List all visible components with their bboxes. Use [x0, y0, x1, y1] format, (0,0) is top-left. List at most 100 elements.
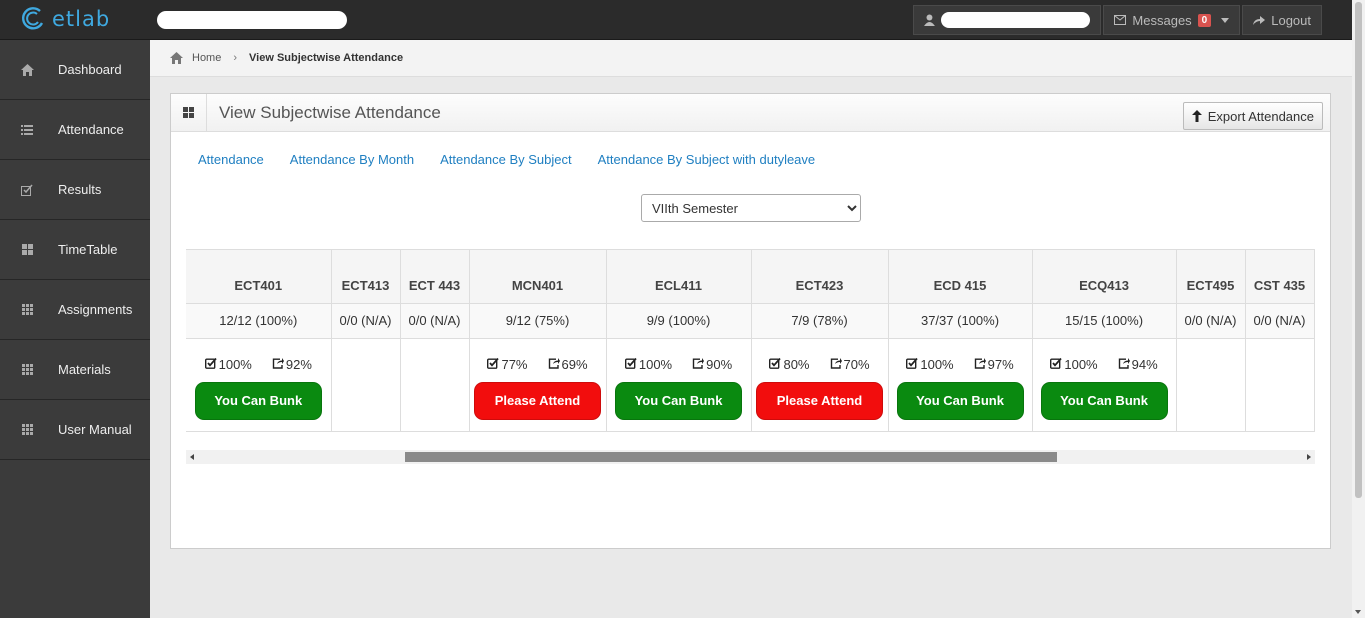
current-percentage-value: 100%: [638, 356, 673, 372]
share-out-icon: [692, 357, 706, 372]
attendance-ratio-cell: 37/37 (100%): [888, 302, 1033, 339]
messages-button[interactable]: Messages 0: [1103, 5, 1241, 35]
sidebar-item-label: TimeTable: [58, 242, 118, 257]
sidebar-item-user-manual[interactable]: User Manual: [0, 400, 150, 460]
scroll-down-icon[interactable]: [1355, 610, 1361, 614]
current-percentage-value: 77%: [501, 356, 528, 372]
you-can-bunk-button[interactable]: You Can Bunk: [194, 381, 322, 420]
sidebar-item-timetable[interactable]: TimeTable: [0, 220, 150, 280]
subject-code-header: ECT495: [1176, 250, 1246, 303]
logo-swirl-icon: [21, 7, 44, 30]
percentage-pair: 100% 92%: [186, 357, 331, 372]
sidebar-item-attendance[interactable]: Attendance: [0, 100, 150, 160]
logout-button[interactable]: Logout: [1242, 5, 1322, 35]
grid-icon: [20, 243, 34, 257]
breadcrumb-home-link[interactable]: Home: [192, 52, 221, 64]
subject-code-header: ECT423: [751, 250, 889, 303]
top-navbar: etlab Messages 0 Logout: [0, 0, 1352, 40]
attendance-status-cell: 100% 97% You Can Bunk: [888, 338, 1033, 431]
please-attend-button[interactable]: Please Attend: [756, 381, 883, 420]
subject-code-header: ECT401: [186, 250, 332, 303]
attendance-status-cell: [331, 338, 401, 431]
sidebar-item-label: Assignments: [58, 302, 133, 317]
scroll-right-icon[interactable]: [1307, 454, 1311, 460]
percentage-pair: 80% 70%: [752, 357, 888, 372]
share-out-icon: [974, 357, 988, 372]
scrollbar-thumb[interactable]: [405, 452, 1057, 462]
etlab-logo[interactable]: etlab: [20, 6, 110, 32]
subject-code-header: CST 435: [1245, 250, 1315, 303]
sidebar-item-materials[interactable]: Materials: [0, 340, 150, 400]
current-percentage: 100%: [624, 356, 673, 372]
projected-percentage: 92%: [272, 357, 312, 372]
scroll-left-icon[interactable]: [190, 454, 194, 460]
home-icon: [170, 52, 183, 64]
sidebar: Dashboard Attendance Results TimeTable A…: [0, 40, 150, 618]
attendance-view-tabs: Attendance Attendance By Month Attendanc…: [198, 152, 841, 167]
you-can-bunk-button[interactable]: You Can Bunk: [615, 381, 742, 420]
share-out-icon: [548, 357, 562, 372]
breadcrumb: Home › View Subjectwise Attendance: [150, 40, 1352, 77]
attendance-panel: View Subjectwise Attendance Export Atten…: [170, 93, 1331, 549]
attendance-ratio-cell: 0/0 (N/A): [400, 302, 470, 339]
please-attend-button[interactable]: Please Attend: [474, 381, 601, 420]
brand-name: etlab: [52, 7, 111, 31]
attendance-table-scroll: ECT401 ECT413 ECT 443 MCN401 ECL411 ECT423 ECD…: [186, 249, 1315, 432]
home-icon: [20, 63, 34, 77]
subject-code-header: MCN401: [469, 250, 607, 303]
you-can-bunk-button[interactable]: You Can Bunk: [1040, 381, 1168, 420]
attendance-status-cell: 100% 92% You Can Bunk: [186, 338, 332, 431]
current-percentage: 80%: [769, 356, 810, 372]
projected-percentage: 94%: [1118, 357, 1158, 372]
projected-percentage: 90%: [692, 357, 732, 372]
messages-count-badge: 0: [1197, 13, 1212, 27]
sidebar-item-label: Dashboard: [58, 62, 122, 77]
apps-icon: [20, 423, 34, 437]
tab-attendance[interactable]: Attendance: [198, 152, 264, 167]
edit-check-icon: [20, 183, 34, 197]
sidebar-item-results[interactable]: Results: [0, 160, 150, 220]
apps-icon: [20, 303, 34, 317]
projected-percentage-value: 92%: [285, 356, 312, 372]
you-can-bunk-button[interactable]: You Can Bunk: [896, 381, 1024, 420]
sidebar-item-label: Attendance: [58, 122, 124, 137]
attendance-status-cell: 100% 90% You Can Bunk: [606, 338, 752, 431]
sidebar-item-label: User Manual: [58, 422, 132, 437]
sidebar-item-assignments[interactable]: Assignments: [0, 280, 150, 340]
panel-header: View Subjectwise Attendance Export Atten…: [171, 93, 1330, 132]
horizontal-scrollbar[interactable]: [186, 450, 1315, 464]
upload-arrow-icon: [1191, 110, 1202, 122]
checkbox-check-icon: [769, 357, 783, 372]
scrollbar-thumb[interactable]: [1355, 2, 1362, 498]
user-icon: [924, 14, 936, 26]
projected-percentage-value: 70%: [843, 356, 870, 372]
tab-attendance-by-subject[interactable]: Attendance By Subject: [440, 152, 572, 167]
tab-attendance-by-subject-dutyleave[interactable]: Attendance By Subject with dutyleave: [598, 152, 816, 167]
subject-code-header: ECQ413: [1032, 250, 1177, 303]
breadcrumb-current: View Subjectwise Attendance: [249, 52, 404, 64]
projected-percentage: 69%: [548, 357, 588, 372]
semester-select[interactable]: VIIth Semester: [641, 194, 861, 222]
projected-percentage-value: 90%: [706, 356, 733, 372]
chevron-down-icon: [1221, 17, 1230, 23]
percentage-pair: 77% 69%: [470, 357, 606, 372]
attendance-ratio-cell: 12/12 (100%): [186, 302, 332, 339]
percentage-pair: 100% 90%: [607, 357, 751, 372]
current-percentage-value: 100%: [920, 356, 954, 372]
projected-percentage-value: 69%: [561, 356, 588, 372]
table-header-row: ECT401 ECT413 ECT 443 MCN401 ECL411 ECT423 ECD…: [186, 250, 1315, 303]
current-percentage: 100%: [906, 356, 954, 372]
current-percentage: 77%: [487, 356, 528, 372]
sidebar-item-dashboard[interactable]: Dashboard: [0, 40, 150, 100]
current-percentage-value: 80%: [783, 356, 810, 372]
vertical-scrollbar[interactable]: [1352, 0, 1365, 618]
attendance-ratio-cell: 9/12 (75%): [469, 302, 607, 339]
projected-percentage-value: 97%: [987, 356, 1014, 372]
attendance-ratio-cell: 15/15 (100%): [1032, 302, 1177, 339]
user-menu-button[interactable]: [913, 5, 1102, 35]
share-arrow-icon: [1253, 16, 1266, 25]
subject-code-header: ECL411: [606, 250, 752, 303]
tab-attendance-by-month[interactable]: Attendance By Month: [290, 152, 414, 167]
export-attendance-button[interactable]: Export Attendance: [1182, 102, 1323, 130]
projected-percentage: 70%: [830, 357, 870, 372]
